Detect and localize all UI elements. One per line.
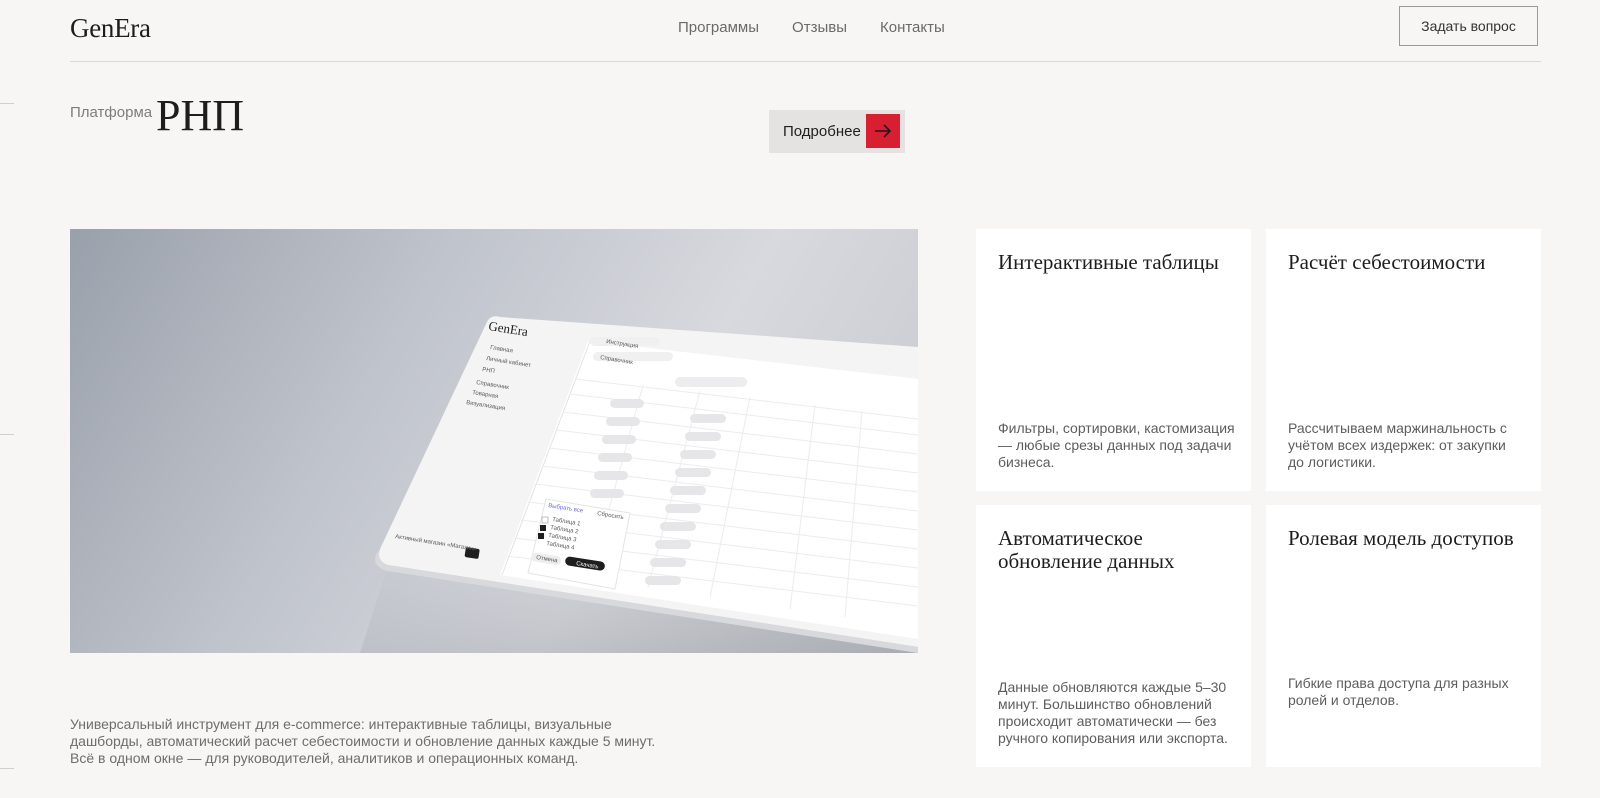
more-button-label: Подробнее (783, 123, 861, 140)
ask-question-button[interactable]: Задать вопрос (1399, 6, 1538, 46)
nav-item-programs[interactable]: Программы (678, 19, 759, 36)
feature-card-cost-calculation[interactable]: Расчёт себестоимости Рассчитываем маржин… (1266, 229, 1541, 491)
edge-tick (0, 434, 14, 435)
feature-card-interactive-tables[interactable]: Интерактивные таблицы Фильтры, сортировк… (976, 229, 1251, 491)
product-screenshot-image: GenEra Главная Личный кабинет РНП Справо… (70, 229, 918, 653)
feature-title: Ролевая модель доступов (1288, 526, 1514, 550)
feature-description: Рассчитываем маржинальность с учётом все… (1288, 420, 1507, 470)
header-divider (70, 61, 1541, 62)
edge-tick (0, 768, 14, 769)
edge-tick (0, 103, 14, 104)
feature-card-auto-update[interactable]: Автоматическое обновление данных Данные … (976, 505, 1251, 767)
feature-card-role-access[interactable]: Ролевая модель доступов Гибкие права дос… (1266, 505, 1541, 767)
arrow-right-icon (866, 114, 900, 148)
feature-description: Гибкие права доступа для разных ролей и … (1288, 675, 1509, 708)
logo[interactable]: GenEra (70, 13, 151, 44)
feature-title: Автоматическое обновление данных (998, 526, 1175, 573)
nav-item-contacts[interactable]: Контакты (880, 19, 945, 36)
feature-title: Расчёт себестоимости (1288, 250, 1486, 274)
feature-description: Данные обновляются каждые 5–30 минут. Бо… (998, 679, 1228, 746)
main-nav: Программы Отзывы Контакты (678, 19, 945, 36)
nav-item-reviews[interactable]: Отзывы (792, 19, 847, 36)
page-title: РНП (156, 91, 245, 140)
platform-label: Платформа (70, 104, 153, 121)
more-button[interactable]: Подробнее (769, 110, 905, 153)
hero-description: Универсальный инструмент для e-commerce:… (70, 716, 656, 766)
feature-title: Интерактивные таблицы (998, 250, 1219, 274)
feature-description: Фильтры, сортировки, кастомизация — любы… (998, 420, 1235, 470)
